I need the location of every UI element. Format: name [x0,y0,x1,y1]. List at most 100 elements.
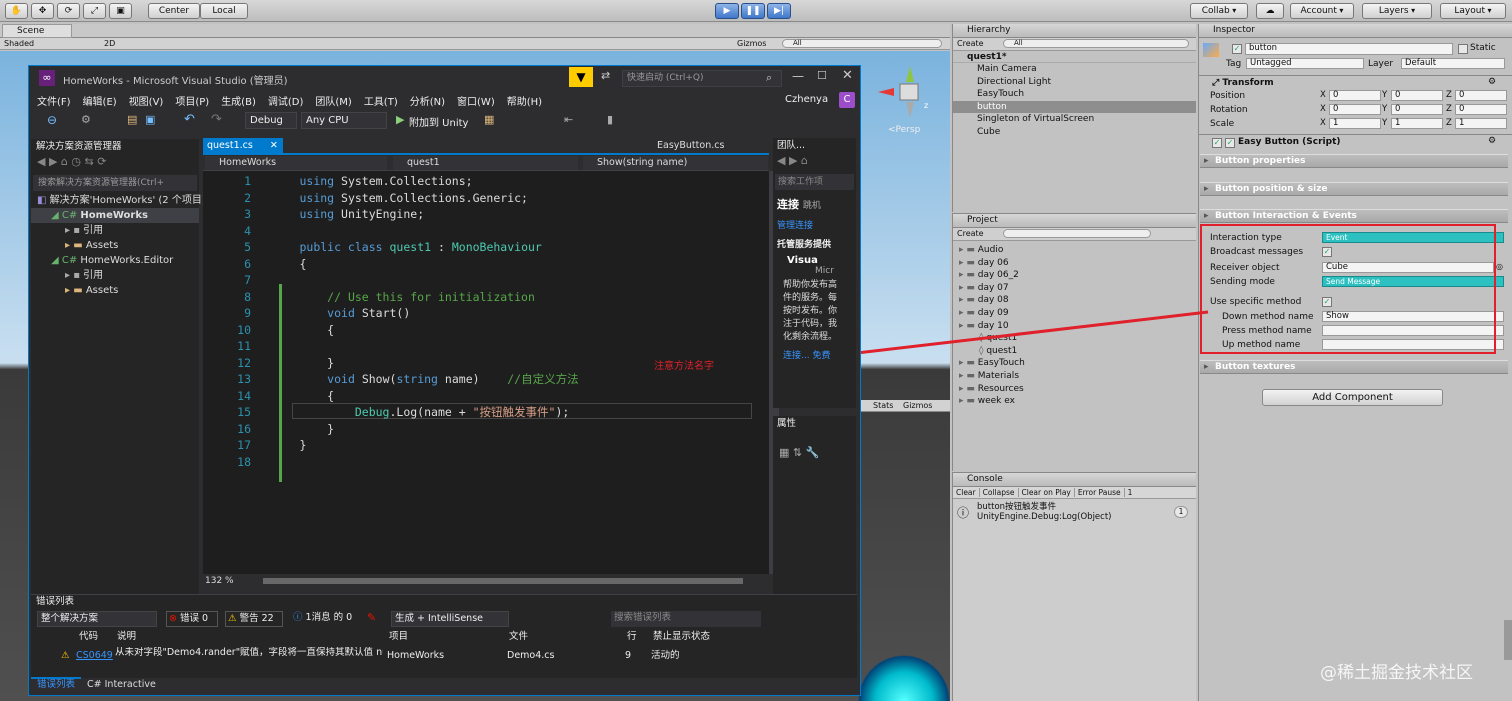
sidebar-item[interactable]: ▸ ▪ 引用 [31,223,199,238]
sidebar-item[interactable]: ▸ ▪ 引用 [31,268,199,283]
folder-icon: ▸ ▬ [65,240,86,251]
column-header[interactable]: 说明 [117,629,136,645]
save-icon[interactable]: ▣ [145,113,155,126]
sidebar-item-label: HomeWorks.Editor [80,255,174,266]
sidebar-item[interactable]: ▸ ▬ Assets [31,238,199,253]
messages-filter-button[interactable]: ⓘ 1消息 的 0 [291,611,361,627]
config-dropdown[interactable]: Debug [245,112,297,129]
menu-item[interactable]: 团队(M) [315,93,351,108]
jump-label[interactable]: 跳机 [803,201,821,211]
toolbar-extra-icon[interactable]: ▦ [484,113,494,126]
team-links: 连接... 免费 [773,348,856,361]
team-search-input[interactable]: 搜索工作项 [775,174,854,190]
code-text: void Start() [327,306,411,320]
open-folder-icon[interactable]: ▤ [127,113,137,126]
menu-item[interactable]: 视图(V) [129,93,164,108]
platform-dropdown[interactable]: Any CPU [301,112,387,129]
errors-filter-button[interactable]: ⊗ 错误 0 [166,611,218,627]
editor-status-strip: 132 % [203,574,779,588]
bookmark-icon[interactable]: ▮ [607,113,613,126]
error-state: 活动的 [651,650,680,661]
table-row[interactable]: ⚠ CS0649 从未对字段"Demo4.rander"赋值，字段将一直保持其默… [31,645,857,667]
column-header[interactable]: 项目 [389,629,408,645]
manage-connections-link[interactable]: 管理连接 [773,218,856,231]
column-header[interactable]: 禁止显示状态 [653,629,710,645]
menu-item[interactable]: 分析(N) [410,93,445,108]
build-filter-dropdown[interactable]: 生成 + IntelliSense [391,611,509,627]
warnings-count: 警告 22 [239,613,274,624]
solution-search-input[interactable]: 搜索解决方案资源管理器(Ctrl+ [33,175,197,191]
team-toolbar-icons: ◀ ▶ ⌂ [777,154,808,167]
errors-count: 错误 0 [180,613,209,624]
tab-quest1[interactable]: quest1.cs ✕ [203,138,283,153]
tab-easybutton[interactable]: EasyButton.cs [657,138,767,153]
redo-icon[interactable]: ↷ [211,112,222,127]
column-header[interactable]: 行 [627,629,637,645]
code-editor[interactable]: 1 using System.Collections; 2 using Syste… [203,171,769,574]
sidebar-item-label: HomeWorks [80,210,148,221]
tab-error-list[interactable]: 错误列表 [31,677,82,690]
line-number: 15 [237,405,251,419]
feedback-icon[interactable]: ⇄ [601,69,610,82]
error-list-header: 代码 说明 项目 文件 行禁止显示状态 [31,629,857,645]
code-text: using System.Collections.Generic; [299,190,528,205]
sidebar-item[interactable]: ◧ 解决方案'HomeWorks' (2 个项目) [31,193,206,208]
nav-method-dropdown[interactable]: Show(string name) [583,156,768,170]
line-number: 18 [237,454,251,469]
close-icon[interactable]: ✕ [270,140,278,151]
scope-dropdown[interactable]: 整个解决方案 [37,611,157,627]
menu-item[interactable]: 生成(B) [221,93,256,108]
minimize-icon[interactable]: — [792,69,804,83]
filter-error-icon[interactable]: ✎ [367,611,376,624]
debug-target-icon[interactable]: ⚙ [81,113,91,126]
sidebar-item-label: 引用 [83,225,104,236]
menu-item[interactable]: 帮助(H) [507,93,542,108]
sidebar-item-label: 解决方案'HomeWorks' (2 个项目) [49,195,206,206]
code-line: 12 } [229,355,579,372]
code-text: } [299,438,307,452]
warnings-filter-button[interactable]: ⚠ 警告 22 [225,611,283,627]
properties-sort-icons[interactable]: ▦ ⇅ 🔧 [773,446,856,459]
free-link[interactable]: 免费 [812,351,830,361]
vs-user-name[interactable]: Czhenya [785,94,828,105]
error-search-input[interactable]: 搜索错误列表 [611,611,761,627]
tab-csharp-interactive[interactable]: C# Interactive [81,679,162,690]
close-icon[interactable]: ✕ [842,68,853,83]
code-line: 5 public class quest1 : MonoBehaviour [229,239,579,256]
indent-icon[interactable]: ⇤ [564,113,573,126]
sidebar-item[interactable]: ◢ C# HomeWorks.Editor [31,253,199,268]
nav-project-dropdown[interactable]: HomeWorks [205,156,387,170]
code-line: 2 using System.Collections.Generic; [229,190,579,207]
code-line: 4 [229,223,579,240]
start-icon[interactable]: ▶ [396,113,404,126]
line-number: 3 [244,207,251,221]
column-header[interactable]: 文件 [509,629,528,645]
solution-tree: ◧ 解决方案'HomeWorks' (2 个项目) ◢ C# HomeWorks ▸… [31,191,206,298]
menu-item[interactable]: 编辑(E) [83,93,117,108]
menu-item[interactable]: 工具(T) [364,93,398,108]
code-text: using System.Collections; [299,174,473,188]
filter-icon[interactable]: ▼ [569,67,593,87]
undo-icon[interactable]: ↶ [184,112,195,127]
attach-unity-button[interactable]: 附加到 Unity [409,114,468,129]
menu-item[interactable]: 调试(D) [268,93,304,108]
sidebar-item[interactable]: ◢ C# HomeWorks [31,208,199,223]
quick-launch-input[interactable]: 快速启动 (Ctrl+Q) [622,70,782,87]
code-line: 1 using System.Collections; [229,173,579,190]
line-number: 16 [237,421,251,436]
menu-item[interactable]: 窗口(W) [457,93,495,108]
sidebar-item[interactable]: ▸ ▬ Assets [31,283,199,298]
maximize-icon[interactable]: ☐ [817,69,827,82]
zoom-level[interactable]: 132 % [205,574,234,588]
properties-panel: 属性 ▦ ⇅ 🔧 [773,416,856,596]
editor-horizontal-scrollbar[interactable] [263,578,743,584]
menu-item[interactable]: 项目(P) [175,93,209,108]
error-code-link[interactable]: CS0649 [76,645,113,667]
menu-item[interactable]: 文件(F) [37,93,71,108]
back-icon[interactable]: ⊖ [47,113,57,127]
connect-link[interactable]: 连接... [783,351,810,361]
nav-class-dropdown[interactable]: quest1 [393,156,578,170]
column-header[interactable]: 代码 [79,629,98,645]
tab-quest1-label: quest1.cs [207,140,253,151]
avatar[interactable]: C [839,92,855,108]
